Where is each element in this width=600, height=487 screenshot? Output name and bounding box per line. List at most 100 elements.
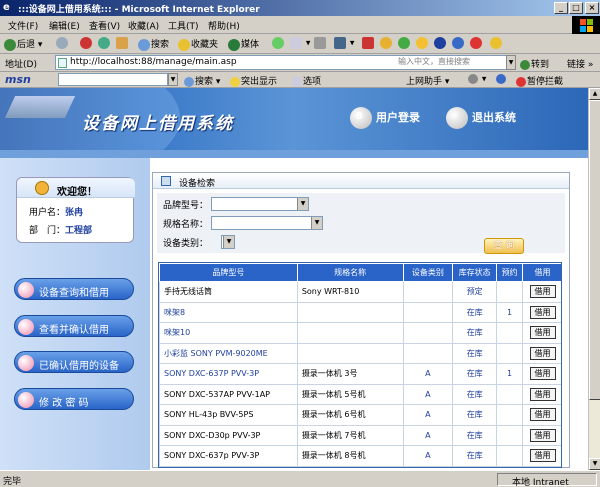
zone-label: 本地 Intranet <box>512 478 569 487</box>
device-grid: 品牌型号 规格名称 设备类别 库存状态 预约 借用 手持无线话筒 Sony WRT… <box>158 262 562 468</box>
site-banner: 设备网上借用系统 8 用户登录 ⚡ 退出系统 <box>0 88 588 150</box>
forward-button[interactable] <box>56 37 69 49</box>
favorites-button[interactable]: 收藏夹 <box>178 37 218 51</box>
logout-link[interactable]: ⚡ 退出系统 <box>446 107 516 129</box>
query-button[interactable]: 查 询 <box>484 238 524 254</box>
msn-search-dropdown[interactable]: ▼ <box>168 73 178 86</box>
category-select[interactable]: ▼ <box>221 235 235 249</box>
borrow-button[interactable]: 借用 <box>529 285 556 299</box>
history-button[interactable] <box>272 37 285 49</box>
shield-button[interactable] <box>434 37 447 49</box>
messenger-button[interactable] <box>380 37 393 49</box>
brand-select[interactable]: ▼ <box>211 197 309 211</box>
minimize-button[interactable]: _ <box>554 2 568 14</box>
print-button[interactable] <box>314 37 327 49</box>
cell-brand[interactable]: SONY DXC-637P PVV-3P <box>159 363 298 385</box>
borrow-button[interactable]: 借用 <box>529 449 556 463</box>
menu-file[interactable]: 文件(F) <box>8 19 38 32</box>
vertical-scrollbar[interactable]: ▲ ▼ <box>588 88 600 470</box>
cell-reserve <box>496 281 524 303</box>
pause-block-button[interactable]: 暂停拦截 <box>516 74 563 87</box>
nav-change-password[interactable]: 修 改 密 码 <box>14 388 134 410</box>
media-button[interactable]: 媒体 <box>228 37 259 51</box>
borrow-button[interactable]: 借用 <box>529 408 556 422</box>
confirm-icon <box>18 319 34 335</box>
cell-brand[interactable]: 咪架10 <box>159 322 298 344</box>
address-dropdown[interactable]: ▼ <box>506 55 516 70</box>
star-icon <box>178 38 190 51</box>
edit-button[interactable]: ▾ <box>334 37 354 49</box>
status-bar: 完毕 本地 Intranet <box>0 470 600 487</box>
scroll-down-button[interactable]: ▼ <box>589 458 600 470</box>
cell-spec: 摄录一体机 3号 <box>296 363 404 385</box>
table-row: 咪架8 在库 1 借用 <box>159 301 561 323</box>
panel-title: 设备检索 <box>179 179 216 189</box>
msn-logo[interactable]: msn <box>5 73 31 86</box>
keyboard-graphic <box>4 96 76 118</box>
scroll-up-button[interactable]: ▲ <box>589 88 600 100</box>
online-assistant-button[interactable]: 上网助手 ▾ <box>406 74 449 87</box>
borrow-button[interactable]: 借用 <box>529 346 556 360</box>
user-icon <box>35 181 49 195</box>
refresh-button[interactable] <box>98 37 111 49</box>
table-row: SONY HL-43p BVV-5PS 摄录一体机 6号机 A 在库 借用 <box>159 404 561 426</box>
scroll-thumb[interactable] <box>589 100 600 400</box>
borrow-button[interactable]: 借用 <box>529 326 556 340</box>
search-label: 搜索 <box>151 40 170 50</box>
options-button[interactable]: 选项 <box>292 74 321 87</box>
nav-query-borrow[interactable]: 设备查询和借用 <box>14 278 134 300</box>
go-button[interactable]: 转到 <box>520 57 549 70</box>
nav-view-confirm[interactable]: 查看并确认借用 <box>14 315 134 337</box>
research-button[interactable] <box>398 37 411 49</box>
discuss-button[interactable] <box>362 37 375 49</box>
menu-help[interactable]: 帮助(H) <box>208 19 240 32</box>
cell-category <box>402 322 454 344</box>
menu-view[interactable]: 查看(V) <box>89 19 120 32</box>
borrow-button[interactable]: 借用 <box>529 305 556 319</box>
cell-status: 在库 <box>452 322 498 344</box>
page-icon <box>58 58 67 68</box>
borrow-button[interactable]: 借用 <box>529 428 556 442</box>
cell-brand: SONY DXC-637p PVV-3P <box>159 445 298 467</box>
pause-block-icon <box>516 76 526 87</box>
cell-borrow: 借用 <box>522 404 561 426</box>
popup-block-button[interactable] <box>496 74 507 85</box>
borrow-button[interactable]: 借用 <box>529 367 556 381</box>
chevron-down-icon: ▼ <box>297 198 308 210</box>
cell-brand[interactable]: 小彩监 SONY PVM-9020ME <box>159 342 298 364</box>
maximize-button[interactable]: □ <box>569 2 583 14</box>
back-button[interactable]: 后退 ▾ <box>4 37 42 51</box>
menu-edit[interactable]: 编辑(E) <box>49 19 80 32</box>
tool-a-icon <box>470 37 482 49</box>
tool-c-button[interactable]: ▾ <box>468 74 486 85</box>
ie-button[interactable] <box>452 37 465 49</box>
close-button[interactable]: × <box>585 2 599 14</box>
home-button[interactable] <box>116 37 129 49</box>
cell-brand[interactable]: 咪架8 <box>159 301 298 323</box>
mail-button[interactable]: ▾ <box>290 37 310 49</box>
window-title: :::设备网上借用系统::: - Microsoft Internet Expl… <box>18 5 260 15</box>
login-link[interactable]: 8 用户登录 <box>350 107 420 129</box>
chevron-down-icon: ▼ <box>223 236 234 248</box>
borrow-button[interactable]: 借用 <box>529 387 556 401</box>
go-arrow-icon <box>520 59 530 70</box>
msn-search-input[interactable] <box>58 73 168 86</box>
table-row: SONY DXC-537AP PVV-1AP 摄录一体机 5号机 A 在库 借用 <box>159 383 561 405</box>
search-button[interactable]: 搜索 <box>138 37 169 51</box>
qq-button[interactable] <box>416 37 429 49</box>
links-button[interactable]: 链接 » <box>567 57 593 70</box>
stop-button[interactable] <box>80 37 93 49</box>
spec-select[interactable]: ▼ <box>211 216 323 230</box>
nav-confirmed-devices[interactable]: 已确认借用的设备 <box>14 351 134 373</box>
menu-tools[interactable]: 工具(T) <box>168 19 199 32</box>
cell-status: 在库 <box>452 342 498 364</box>
tool-button-b[interactable] <box>490 37 503 49</box>
msn-search-button[interactable]: 搜索 ▾ <box>184 74 220 87</box>
discuss-icon <box>362 37 374 49</box>
cell-spec: Sony WRT-810 <box>296 281 404 303</box>
highlight-button[interactable]: 突出显示 <box>230 74 277 87</box>
brand-label: 品牌型号： <box>163 201 209 211</box>
tool-button-a[interactable] <box>470 37 483 49</box>
menu-favorites[interactable]: 收藏(A) <box>128 19 159 32</box>
cell-status: 在库 <box>452 363 498 385</box>
